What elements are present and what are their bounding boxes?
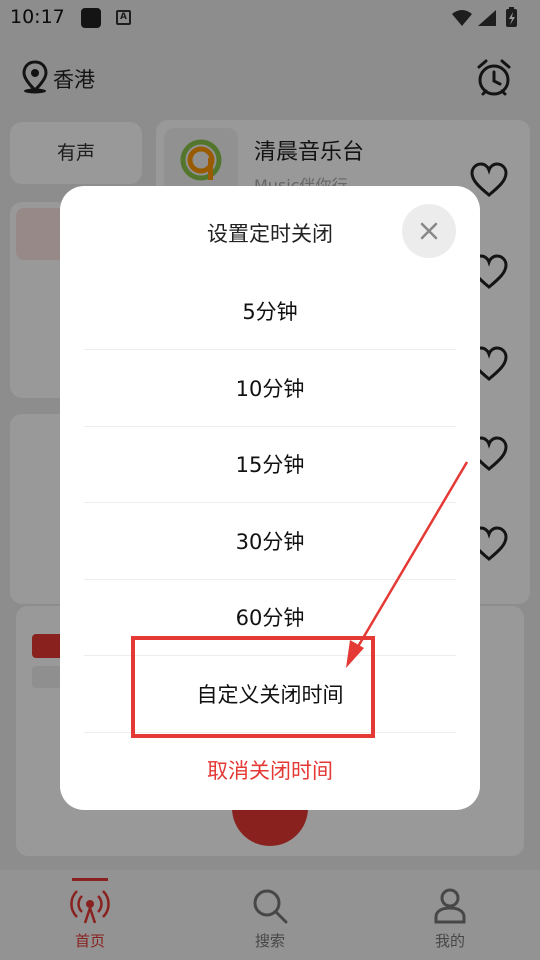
annotation-arrow-icon	[346, 461, 469, 668]
